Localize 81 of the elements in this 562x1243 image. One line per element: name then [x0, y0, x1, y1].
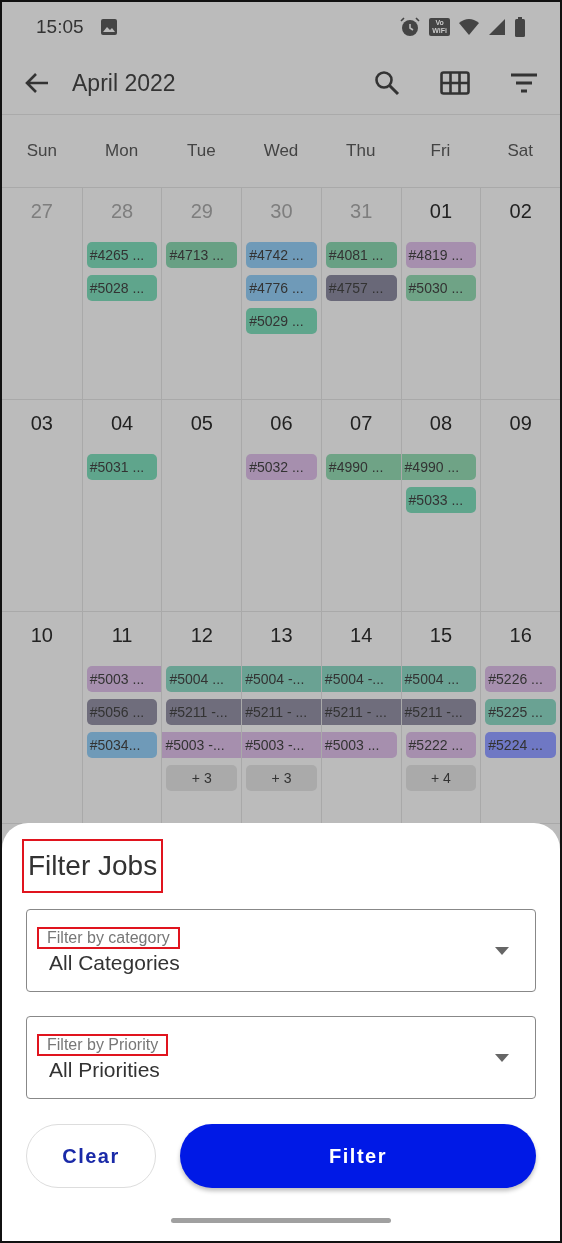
grid-icon[interactable]: [440, 71, 470, 95]
field-value: All Categories: [48, 950, 180, 975]
event-chip[interactable]: #5222 ...: [405, 732, 477, 758]
event-chip[interactable]: #5034...: [86, 732, 158, 758]
field-value: All Priorities: [48, 1057, 160, 1082]
event-chip[interactable]: #5211 - ...: [321, 699, 402, 725]
day-number[interactable]: 06: [270, 400, 293, 447]
day-number[interactable]: 01: [429, 188, 453, 235]
status-time: 15:05: [36, 16, 84, 38]
event-chip[interactable]: #5003 -...: [242, 732, 322, 758]
event-chip[interactable]: #4713 ...: [166, 242, 238, 268]
weekday-label: Sat: [506, 141, 534, 161]
event-chip[interactable]: #5033 ...: [405, 487, 477, 513]
event-chip[interactable]: #5003 -...: [162, 732, 243, 758]
event-chip[interactable]: #4990 ...: [401, 454, 477, 480]
weekday-label: Thu: [345, 141, 377, 161]
weekday-label: Mon: [104, 141, 140, 161]
weekday-label: Wed: [262, 141, 300, 161]
event-chip[interactable]: #5028 ...: [86, 275, 158, 301]
month-title: April 2022: [72, 69, 176, 97]
event-chip[interactable]: #5004 ...: [166, 666, 243, 692]
weekday-label: Tue: [185, 141, 217, 161]
day-number[interactable]: 16: [509, 612, 532, 659]
event-chip[interactable]: #4265 ...: [86, 242, 158, 268]
day-number[interactable]: 13: [270, 612, 293, 659]
dropdown-caret-icon: [495, 946, 509, 955]
day-number[interactable]: 02: [509, 188, 532, 235]
day-number[interactable]: 03: [30, 400, 53, 447]
day-number[interactable]: 15: [429, 612, 453, 659]
day-number[interactable]: 09: [509, 400, 532, 447]
wifi-icon: [458, 18, 480, 36]
event-chip[interactable]: #5004 ...: [401, 666, 477, 692]
event-chip[interactable]: #5031 ...: [86, 454, 158, 480]
back-arrow-icon[interactable]: [24, 72, 50, 94]
event-chip[interactable]: #4776 ...: [246, 275, 317, 301]
event-chip[interactable]: #4757 ...: [325, 275, 397, 301]
day-number[interactable]: 07: [350, 400, 373, 447]
day-number[interactable]: 14: [350, 612, 373, 659]
more-events-button[interactable]: + 3: [166, 765, 238, 791]
more-events-button[interactable]: + 4: [405, 765, 477, 791]
sheet-title: Filter Jobs: [22, 839, 164, 893]
clear-button[interactable]: Clear: [26, 1124, 156, 1188]
day-number[interactable]: 04: [110, 400, 134, 447]
weekday-label: Fri: [429, 141, 452, 161]
dropdown-caret-icon: [495, 1053, 509, 1062]
event-chip[interactable]: #5224 ...: [485, 732, 556, 758]
event-chip[interactable]: #5226 ...: [485, 666, 556, 692]
event-chip[interactable]: #5225 ...: [485, 699, 556, 725]
weekday-label: Sun: [25, 141, 58, 161]
event-chip[interactable]: #5211 -...: [401, 699, 477, 725]
event-chip[interactable]: #5211 - ...: [242, 699, 322, 725]
field-label: Filter by Priority: [37, 1033, 169, 1056]
event-chip[interactable]: #5003 ...: [86, 666, 163, 692]
event-chip[interactable]: #5004 -...: [321, 666, 402, 692]
event-chip[interactable]: #4081 ...: [325, 242, 397, 268]
event-chip[interactable]: #4819 ...: [405, 242, 477, 268]
event-chip[interactable]: #5030 ...: [405, 275, 477, 301]
day-number[interactable]: 05: [190, 400, 213, 447]
search-icon[interactable]: [374, 70, 400, 96]
day-number[interactable]: 08: [429, 400, 453, 447]
event-chip[interactable]: #5056 ...: [86, 699, 158, 725]
event-chip[interactable]: #5029 ...: [246, 308, 317, 334]
filter-icon[interactable]: [510, 73, 538, 93]
day-number[interactable]: 11: [111, 612, 133, 659]
image-icon: [99, 18, 118, 36]
event-chip[interactable]: #4742 ...: [246, 242, 317, 268]
day-number[interactable]: 12: [190, 612, 213, 659]
more-events-button[interactable]: + 3: [246, 765, 317, 791]
signal-icon: [488, 18, 506, 36]
day-number[interactable]: 10: [30, 612, 53, 659]
filter-button[interactable]: Filter: [180, 1124, 536, 1188]
event-chip[interactable]: #5004 -...: [242, 666, 322, 692]
event-chip[interactable]: #4990 ...: [325, 454, 402, 480]
dropdown-field[interactable]: Filter by Priority All Priorities: [26, 1016, 536, 1099]
event-chip[interactable]: #5003 ...: [321, 732, 397, 758]
battery-icon: [514, 17, 526, 37]
dropdown-field[interactable]: Filter by category All Categories: [26, 909, 536, 992]
event-chip[interactable]: #5032 ...: [246, 454, 317, 480]
field-label: Filter by category: [37, 926, 180, 949]
event-chip[interactable]: #5211 -...: [166, 699, 243, 725]
alarm-icon: [399, 16, 422, 38]
